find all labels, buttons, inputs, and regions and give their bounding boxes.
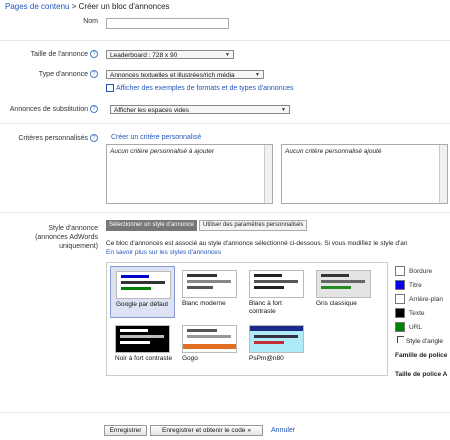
- help-icon[interactable]: ?: [90, 50, 98, 58]
- style-option-gris-classique[interactable]: Gris classique: [311, 266, 376, 318]
- style-option-gogo[interactable]: Gogo: [177, 321, 242, 373]
- corner-style-control[interactable]: Style d'angle: [397, 336, 443, 345]
- available-criteria-list[interactable]: Aucun critère personnalisé à ajouter: [106, 144, 273, 204]
- swatch-label: Texte: [409, 310, 425, 317]
- help-icon[interactable]: ?: [90, 105, 98, 113]
- scrollbar[interactable]: [439, 145, 447, 203]
- swatch-label: Titre: [409, 282, 422, 289]
- size-select[interactable]: Leaderboard : 728 x 90 ▼: [106, 50, 234, 59]
- page-title: Créer un bloc d'annonces: [78, 2, 170, 11]
- divider: [0, 40, 450, 41]
- breadcrumb: Pages de contenu > Créer un bloc d'annon…: [5, 2, 170, 11]
- style-option-label: Blanc à fort contraste: [249, 300, 282, 315]
- divider: [0, 212, 450, 213]
- type-select[interactable]: Annonces textuelles et illustrées/rich m…: [106, 70, 264, 79]
- corner-icon: [397, 336, 404, 343]
- style-option-label: Gogo: [182, 355, 198, 362]
- swatch-label: Bordure: [409, 268, 433, 275]
- style-info-link[interactable]: En savoir plus sur les styles d'annonces: [106, 249, 221, 256]
- style-option-blanc-fort-contraste[interactable]: Blanc à fort contraste: [244, 266, 309, 318]
- list-empty-text: Aucun critère personnalisé à ajouter: [110, 148, 215, 155]
- ad-style-label: Style d'annonce (annonces AdWords uniquem…: [35, 225, 98, 250]
- cancel-link[interactable]: Annuler: [271, 427, 295, 434]
- style-option-label: Noir à fort contraste: [115, 355, 173, 362]
- swatch-titre[interactable]: [395, 280, 405, 290]
- substitution-label: Annonces de substitution?: [10, 105, 98, 113]
- size-label: Taille de l'annonce?: [31, 50, 98, 58]
- divider: [0, 123, 450, 124]
- help-icon[interactable]: ?: [90, 70, 98, 78]
- breadcrumb-separator: >: [71, 2, 77, 11]
- type-label: Type d'annonce?: [39, 70, 98, 78]
- create-criterion-link[interactable]: Créer un critère personnalisé: [111, 134, 201, 141]
- chevron-down-icon: ▼: [255, 72, 260, 78]
- style-option-pspm[interactable]: PsPm@n80: [244, 321, 309, 373]
- font-size-label: Taille de police A: [395, 371, 448, 378]
- style-option-label: PsPm@n80: [249, 355, 284, 362]
- style-info-text: Ce bloc d'annonces est associé au style …: [106, 240, 408, 247]
- chevron-down-icon: ▼: [225, 52, 230, 58]
- tab-custom-settings[interactable]: Utiliser des paramètres personnalisés: [199, 220, 308, 231]
- selected-criteria-list[interactable]: Aucun critère personnalisé ajouté: [281, 144, 448, 204]
- examples-link[interactable]: Afficher des exemples de formats et de t…: [106, 84, 293, 92]
- style-option-label: Gris classique: [316, 300, 357, 307]
- style-option-label: Blanc moderne: [182, 300, 226, 307]
- help-icon[interactable]: ?: [90, 134, 98, 142]
- substitution-select[interactable]: Afficher les espaces vides ▼: [110, 105, 290, 114]
- style-option-noir-fort-contraste[interactable]: Noir à fort contraste: [110, 321, 175, 373]
- swatch-label: Arrière-plan: [409, 296, 443, 303]
- style-gallery: Google par défaut Blanc moderne Blanc à …: [106, 262, 388, 376]
- save-button[interactable]: Enregistrer: [104, 425, 147, 436]
- swatch-label: URL: [409, 324, 423, 331]
- tab-select-style[interactable]: Sélectionner un style d'annonce: [106, 220, 197, 231]
- swatch-url[interactable]: [395, 322, 405, 332]
- save-and-get-code-button[interactable]: Enregistrer et obtenir le code »: [150, 425, 263, 436]
- list-empty-text: Aucun critère personnalisé ajouté: [285, 148, 382, 155]
- divider: [0, 412, 450, 413]
- swatch-texte[interactable]: [395, 308, 405, 318]
- font-family-label: Famille de police: [395, 352, 448, 359]
- name-label: Nom: [83, 18, 98, 25]
- breadcrumb-link[interactable]: Pages de contenu: [5, 2, 70, 11]
- criteria-label: Critères personnalisés?: [18, 134, 98, 142]
- name-input[interactable]: [106, 18, 229, 29]
- examples-icon: [106, 84, 114, 92]
- swatch-bordure[interactable]: [395, 266, 405, 276]
- chevron-down-icon: ▼: [281, 107, 286, 113]
- style-option-google[interactable]: Google par défaut: [110, 266, 175, 318]
- swatch-arriere-plan[interactable]: [395, 294, 405, 304]
- scrollbar[interactable]: [264, 145, 272, 203]
- style-option-blanc-moderne[interactable]: Blanc moderne: [177, 266, 242, 318]
- style-option-label: Google par défaut: [116, 301, 169, 308]
